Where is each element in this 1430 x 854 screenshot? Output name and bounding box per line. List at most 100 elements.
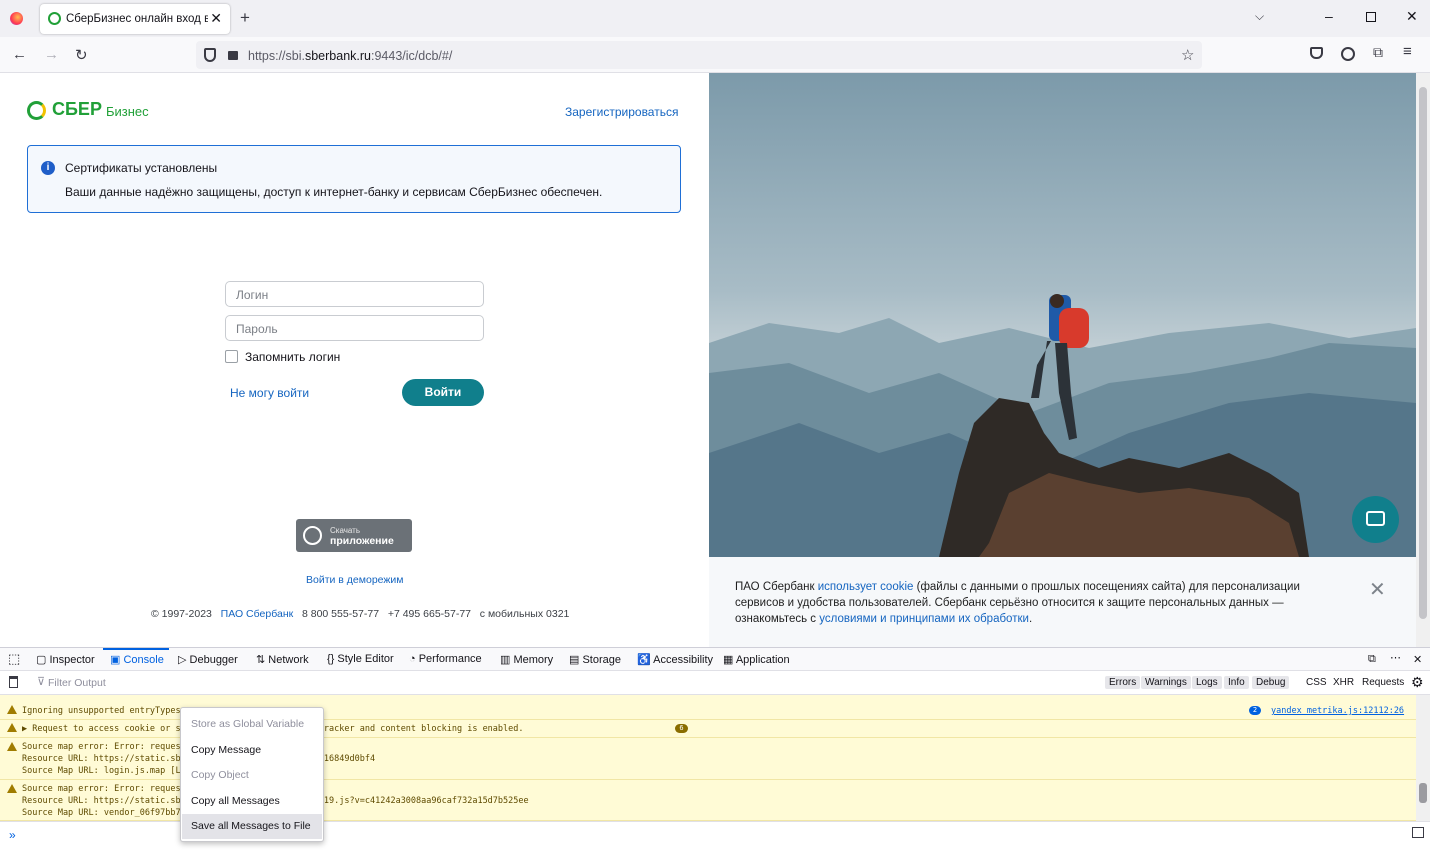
dock-icon[interactable]: ⧉ [1368, 653, 1376, 666]
warning-icon [7, 705, 17, 714]
page-footer: © 1997-2023 ПАО Сбербанк 8 800 555-57-77… [151, 608, 569, 620]
tracking-protection-icon[interactable] [204, 48, 216, 62]
pocket-icon[interactable] [1310, 47, 1323, 59]
sber-logo-icon [27, 101, 46, 120]
tab-network[interactable]: ⇅ Network [256, 653, 309, 666]
password-input[interactable]: Пароль [225, 315, 484, 341]
forward-icon[interactable]: → [44, 46, 59, 63]
chat-button[interactable] [1352, 496, 1399, 543]
warning-icon [7, 723, 17, 732]
cant-login-link[interactable]: Не могу войти [230, 386, 309, 400]
tab-style-editor[interactable]: {} Style Editor [327, 653, 394, 665]
menu-copy-all-messages[interactable]: Copy all Messages [182, 789, 322, 814]
info-icon: i [41, 161, 55, 175]
demo-mode-link[interactable]: Войти в деморежим [306, 574, 404, 586]
element-picker-icon[interactable]: ⬚ [8, 651, 20, 667]
lock-icon[interactable] [228, 51, 238, 60]
tab-memory[interactable]: ▥ Memory [500, 653, 553, 666]
firefox-menu-icon[interactable] [10, 12, 23, 25]
tab-performance[interactable]: ◔ Performance [409, 653, 482, 665]
footer-mobile: с мобильных 0321 [479, 608, 570, 620]
certificate-notice: i Сертификаты установлены Ваши данные на… [27, 145, 681, 213]
login-input[interactable]: Логин [225, 281, 484, 307]
devtools-toolbar: ⬚ ▢ Inspector ▣ Console ▷ Debugger ⇅ Net… [0, 647, 1430, 671]
filter-requests[interactable]: Requests [1358, 676, 1408, 689]
devtools-more-icon[interactable]: ⋯ [1390, 651, 1401, 664]
browser-tab[interactable]: СберБизнес онлайн вход в ли ✕ [40, 4, 230, 34]
minimize-icon[interactable]: – [1325, 8, 1333, 24]
source-location-link[interactable]: yandex_metrika.js:12112:26 [1271, 706, 1404, 716]
login-placeholder: Логин [236, 288, 269, 302]
download-app-big: приложение [330, 535, 394, 547]
menu-store-global-variable: Store as Global Variable [191, 718, 305, 730]
editor-mode-icon[interactable] [1412, 827, 1424, 838]
chat-icon [1366, 511, 1385, 526]
active-tab-indicator [103, 648, 169, 650]
account-icon[interactable] [1341, 47, 1355, 61]
filter-errors[interactable]: Errors [1105, 676, 1141, 689]
close-tab-icon[interactable]: ✕ [210, 10, 222, 27]
download-app-small: Скачать [330, 526, 360, 535]
close-window-icon[interactable]: ✕ [1406, 8, 1418, 25]
hero-image [709, 73, 1416, 557]
clear-console-icon[interactable] [9, 676, 18, 688]
footer-copyright: © 1997-2023 [151, 608, 212, 620]
sber-favicon-icon [48, 12, 61, 25]
tab-debugger[interactable]: ▷ Debugger [178, 653, 238, 666]
menu-save-all-messages[interactable]: Save all Messages to File [182, 814, 322, 839]
footer-bank-link[interactable]: ПАО Сбербанк [221, 608, 294, 620]
filter-logs[interactable]: Logs [1192, 676, 1222, 689]
console-scrollbar-thumb[interactable] [1419, 783, 1427, 803]
mountain-landscape-image [709, 294, 1416, 557]
tab-inspector[interactable]: ▢ Inspector [36, 653, 95, 666]
bookmark-star-icon[interactable]: ☆ [1181, 46, 1194, 64]
footer-phone-2: +7 495 665-57-77 [387, 608, 472, 620]
logo-text: СБЕР [52, 99, 102, 119]
cookie-text: ПАО Сбербанк использует cookie (файлы с … [735, 581, 1300, 625]
url-text: https://sbi.sberbank.ru:9443/ic/dcb/#/ [248, 49, 453, 63]
filter-output-input[interactable]: Filter Output [48, 677, 106, 689]
menu-copy-message[interactable]: Copy Message [182, 738, 322, 763]
footer-phone-1: 8 800 555-57-77 [301, 608, 380, 620]
filter-info[interactable]: Info [1224, 676, 1249, 689]
new-tab-button[interactable]: + [240, 8, 250, 28]
repeat-count-badge: 6 [675, 724, 688, 733]
tab-storage[interactable]: ▤ Storage [569, 653, 621, 666]
warning-icon [7, 784, 17, 793]
list-tabs-icon[interactable]: ⌵ [1255, 9, 1264, 24]
remember-login-label[interactable]: Запомнить логин [245, 350, 340, 364]
filter-debug[interactable]: Debug [1252, 676, 1290, 689]
register-link[interactable]: Зарегистрироваться [565, 105, 678, 119]
back-icon[interactable]: ← [12, 46, 27, 63]
logo-suffix: Бизнес [106, 104, 149, 119]
console-scrollbar[interactable] [1416, 695, 1430, 821]
close-cookie-icon[interactable]: ✕ [1369, 577, 1386, 602]
menu-copy-object: Copy Object [191, 769, 249, 781]
close-devtools-icon[interactable]: ✕ [1413, 653, 1422, 666]
login-page: СБЕР Бизнес Зарегистрироваться i Сертифи… [3, 73, 709, 647]
app-menu-icon[interactable]: ≡ [1403, 43, 1412, 60]
tab-accessibility[interactable]: ♿ Accessibility [637, 653, 713, 666]
filter-css[interactable]: CSS [1302, 676, 1331, 689]
context-menu: Store as Global Variable Copy Message Co… [180, 707, 324, 842]
download-app-button[interactable]: Скачать приложение [296, 519, 412, 552]
filter-xhr[interactable]: XHR [1329, 676, 1358, 689]
url-bar[interactable]: https://sbi.sberbank.ru:9443/ic/dcb/#/ ☆ [196, 41, 1202, 69]
page-scrollbar-thumb[interactable] [1419, 87, 1427, 619]
privacy-terms-link[interactable]: условиями и принципами их обработки [819, 613, 1029, 625]
cookie-banner: ПАО Сбербанк использует cookie (файлы с … [709, 557, 1416, 647]
restore-icon[interactable] [1366, 12, 1376, 22]
reload-icon[interactable]: ↻ [75, 46, 88, 64]
console-settings-icon[interactable]: ⚙ [1411, 674, 1424, 691]
sber-app-icon [303, 526, 322, 545]
warning-icon [7, 742, 17, 751]
tab-console[interactable]: ▣ Console [110, 653, 164, 666]
notice-text: Ваши данные надёжно защищены, доступ к и… [65, 185, 603, 199]
extensions-icon[interactable]: ⧉ [1373, 44, 1383, 61]
filter-warnings[interactable]: Warnings [1141, 676, 1191, 689]
remember-login-checkbox[interactable] [225, 350, 238, 363]
tab-application[interactable]: ▦ Application [723, 653, 790, 666]
cookie-link[interactable]: использует cookie [818, 581, 914, 593]
page-scrollbar[interactable] [1416, 73, 1430, 647]
login-button[interactable]: Войти [402, 379, 484, 406]
